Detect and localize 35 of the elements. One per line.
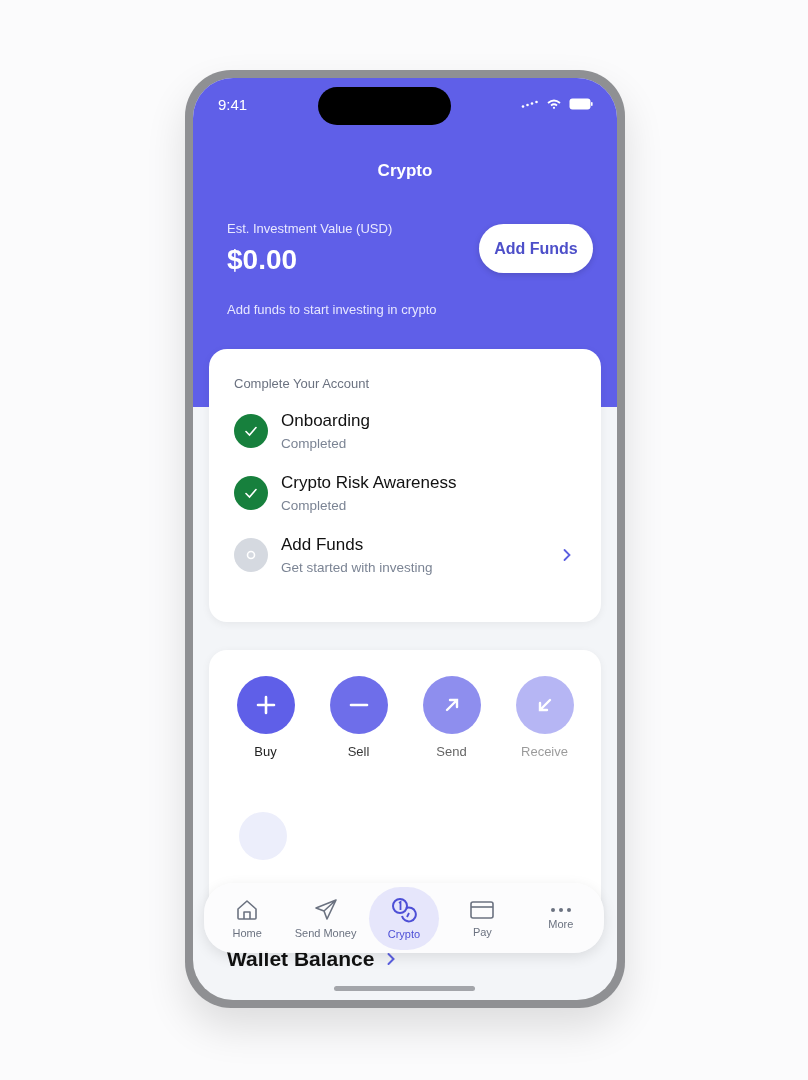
screen-title: Crypto bbox=[376, 161, 434, 181]
tab[interactable]: Send Money bbox=[290, 887, 361, 949]
paper-plane-icon bbox=[313, 897, 338, 922]
card-icon bbox=[469, 898, 496, 921]
arrow-down-left-icon bbox=[536, 697, 553, 713]
tab[interactable]: Pay bbox=[447, 888, 518, 948]
add-funds-button[interactable]: Add Funds bbox=[479, 224, 593, 273]
item-status: Get started with investing bbox=[281, 560, 434, 575]
wifi-icon bbox=[547, 99, 561, 109]
item-status: Completed bbox=[281, 436, 348, 451]
item-status: Completed bbox=[281, 498, 348, 513]
coins-icon bbox=[390, 896, 417, 923]
wallet-heading: Wallet Balance bbox=[227, 947, 375, 971]
status-time: 9:41 bbox=[218, 95, 248, 113]
plus-icon bbox=[255, 695, 276, 715]
minus-icon bbox=[348, 703, 369, 707]
chevron-right-icon bbox=[562, 548, 572, 562]
tab[interactable]: Crypto bbox=[368, 886, 439, 950]
checklist-title: Complete Your Account bbox=[234, 376, 371, 391]
signal-icon bbox=[521, 100, 539, 108]
item-title: Add Funds bbox=[281, 535, 365, 555]
home-icon bbox=[235, 897, 260, 922]
item-title: Crypto Risk Awareness bbox=[281, 473, 458, 493]
header-subtitle: Add funds to start investing in crypto bbox=[227, 302, 438, 317]
checklist-item[interactable]: Add Funds Get started with investing bbox=[234, 535, 576, 575]
checklist-item[interactable]: Onboarding Completed bbox=[234, 411, 576, 451]
item-title: Onboarding bbox=[281, 411, 371, 431]
investment-value: $0.00 bbox=[227, 244, 299, 276]
more-dots-icon bbox=[549, 906, 572, 913]
tab[interactable]: More bbox=[525, 896, 596, 940]
arrow-up-right-icon bbox=[443, 697, 460, 713]
battery-icon bbox=[569, 98, 593, 110]
tab[interactable]: Home bbox=[212, 887, 283, 949]
checklist-item[interactable]: Crypto Risk Awareness Completed bbox=[234, 473, 576, 513]
value-label: Est. Investment Value (USD) bbox=[227, 221, 393, 236]
